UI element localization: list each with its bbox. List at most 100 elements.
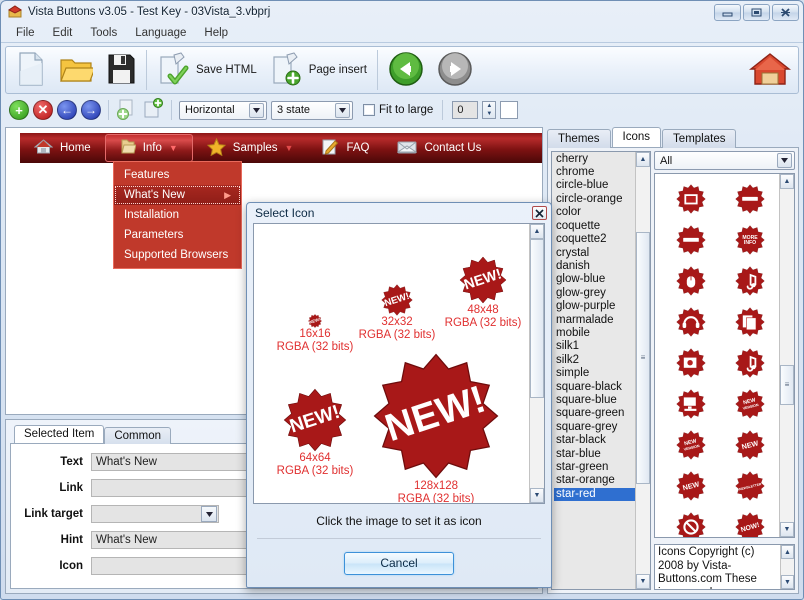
icon-set-item[interactable]: square-blue	[554, 394, 635, 407]
preview-menu-contact[interactable]: Contact Us	[383, 135, 495, 161]
move-right-button[interactable]: →	[81, 100, 101, 120]
icon-filter-select[interactable]: All	[654, 151, 795, 170]
scroll-up-icon[interactable]: ▲	[781, 545, 794, 559]
new-project-button[interactable]	[12, 49, 50, 92]
icon-set-item[interactable]: glow-purple	[554, 300, 635, 313]
menu-edit[interactable]: Edit	[44, 25, 82, 41]
dialog-icon-option[interactable]: NEW!16x16RGBA (32 bits)	[272, 266, 358, 354]
fit-to-large-checkbox[interactable]: Fit to large	[363, 104, 433, 116]
newsletter-badge-icon[interactable]: NEWSLETTER	[720, 465, 779, 506]
tab-selected-item[interactable]: Selected Item	[14, 425, 104, 443]
no-entry-badge-icon[interactable]	[661, 506, 720, 537]
state-select[interactable]: 3 state	[271, 101, 353, 120]
icon-set-item[interactable]: square-black	[554, 381, 635, 394]
icon-set-item[interactable]: color	[554, 206, 635, 219]
dialog-icon-image[interactable]: NEW!	[354, 254, 440, 316]
icon-set-item[interactable]: silk1	[554, 340, 635, 353]
photo-frame-badge-icon[interactable]	[661, 178, 720, 219]
scroll-down-icon[interactable]: ▼	[530, 488, 544, 503]
tab-icons[interactable]: Icons	[612, 127, 662, 147]
dropdown-item-whats-new[interactable]: What's New ▶	[114, 185, 241, 205]
dialog-icon-image[interactable]: NEW!	[272, 374, 358, 452]
now-badge-icon[interactable]: NOW!	[720, 506, 779, 537]
icon-set-item[interactable]: glow-blue	[554, 273, 635, 286]
dialog-close-button[interactable]	[532, 206, 547, 220]
tab-common[interactable]: Common	[104, 427, 171, 444]
cancel-button[interactable]: Cancel	[344, 552, 454, 575]
scroll-thumb[interactable]: ≡	[636, 232, 650, 484]
documents-badge-icon[interactable]	[720, 301, 779, 342]
open-project-button[interactable]	[55, 50, 97, 91]
icon-set-item[interactable]: circle-orange	[554, 193, 635, 206]
close-button[interactable]	[772, 4, 799, 21]
new-version-badge-icon[interactable]: NEWVERSION	[661, 424, 720, 465]
headphones-badge-icon[interactable]	[661, 301, 720, 342]
scroll-up-icon[interactable]: ▲	[530, 224, 544, 239]
new-badge-icon[interactable]: NEW	[661, 465, 720, 506]
scroll-down-icon[interactable]: ▼	[781, 575, 794, 589]
dialog-icon-image[interactable]: NEW!	[272, 266, 358, 328]
save-html-button[interactable]: Save HTML	[153, 49, 261, 92]
icon-set-item[interactable]: square-grey	[554, 421, 635, 434]
scroll-track[interactable]	[530, 239, 544, 488]
icon-set-item[interactable]: silk2	[554, 354, 635, 367]
icon-set-item[interactable]: glow-grey	[554, 287, 635, 300]
new-badge-icon[interactable]: NEW	[720, 424, 779, 465]
dialog-icon-option[interactable]: NEW!32x32RGBA (32 bits)	[354, 254, 440, 342]
menu-language[interactable]: Language	[126, 25, 195, 41]
move-left-button[interactable]: ←	[57, 100, 77, 120]
add-page-button[interactable]	[142, 98, 164, 123]
icon-set-item[interactable]: star-blue	[554, 448, 635, 461]
icon-set-list[interactable]: 1-vista2-vistaballsaestheticablack-octag…	[551, 151, 651, 590]
scroll-thumb[interactable]: ≡	[780, 365, 794, 405]
minimize-button[interactable]	[714, 4, 741, 21]
icon-grid[interactable]: MOREINFONEWVERSIONNEWVERSIONNEWNEWNEWSLE…	[655, 174, 779, 537]
maximize-button[interactable]	[743, 4, 770, 21]
scroll-down-icon[interactable]: ▼	[780, 522, 794, 537]
preview-menu-home[interactable]: Home	[20, 135, 105, 161]
icon-grid-scrollbar[interactable]: ▲ ≡ ▼	[779, 174, 794, 537]
icon-set-item[interactable]: star-red	[554, 488, 635, 501]
icon-set-item[interactable]: cherry	[554, 153, 635, 166]
save-project-button[interactable]	[102, 50, 140, 91]
scroll-up-icon[interactable]: ▲	[780, 174, 794, 189]
icon-set-item[interactable]: square-green	[554, 407, 635, 420]
icon-set-item[interactable]: star-orange	[554, 474, 635, 487]
scroll-track[interactable]: ≡	[780, 189, 794, 522]
media-note-badge-icon[interactable]	[720, 342, 779, 383]
dialog-icon-option[interactable]: NEW!64x64RGBA (32 bits)	[272, 374, 358, 478]
computer-badge-icon[interactable]	[661, 383, 720, 424]
delete-item-button[interactable]: ✕	[33, 100, 53, 120]
icon-set-item[interactable]: coquette	[554, 220, 635, 233]
add-subitem-button[interactable]	[116, 98, 138, 123]
scroll-up-icon[interactable]: ▲	[636, 152, 650, 167]
dialog-icon-image[interactable]: NEW!	[372, 342, 500, 480]
page-insert-button[interactable]: Page insert	[266, 49, 371, 92]
icon-set-item[interactable]: marmalade	[554, 314, 635, 327]
icon-set-item[interactable]: danish	[554, 260, 635, 273]
icon-set-item[interactable]: star-black	[554, 434, 635, 447]
dialog-icon-option[interactable]: NEW!48x48RGBA (32 bits)	[440, 242, 526, 330]
dialog-icon-image[interactable]: NEW!	[440, 242, 526, 304]
preview-menu-samples[interactable]: Samples ▼	[193, 135, 308, 161]
dialog-icon-option[interactable]: NEW!128x128RGBA (32 bits)	[372, 342, 500, 503]
icon-set-item[interactable]: simple	[554, 367, 635, 380]
dropdown-item-installation[interactable]: Installation	[114, 205, 241, 225]
menu-file[interactable]: File	[7, 25, 44, 41]
stepper-up-icon[interactable]: ▲	[483, 102, 495, 110]
scroll-thumb[interactable]	[530, 239, 544, 398]
preview-menu-info[interactable]: Info ▼	[105, 134, 193, 162]
minus-bar-badge-icon[interactable]	[661, 219, 720, 260]
link-target-select[interactable]	[91, 505, 219, 523]
tab-templates[interactable]: Templates	[662, 129, 736, 148]
new-version-badge-icon[interactable]: NEWVERSION	[720, 383, 779, 424]
scroll-track[interactable]	[781, 559, 794, 575]
scroll-down-icon[interactable]: ▼	[636, 574, 650, 589]
icon-set-item[interactable]: mobile	[554, 327, 635, 340]
orientation-select[interactable]: Horizontal	[179, 101, 267, 120]
preview-menu-faq[interactable]: FAQ	[307, 135, 383, 161]
music-note-badge-icon[interactable]	[720, 260, 779, 301]
picture-badge-icon[interactable]	[661, 342, 720, 383]
dropdown-item-supported-browsers[interactable]: Supported Browsers	[114, 245, 241, 265]
dropdown-item-parameters[interactable]: Parameters	[114, 225, 241, 245]
